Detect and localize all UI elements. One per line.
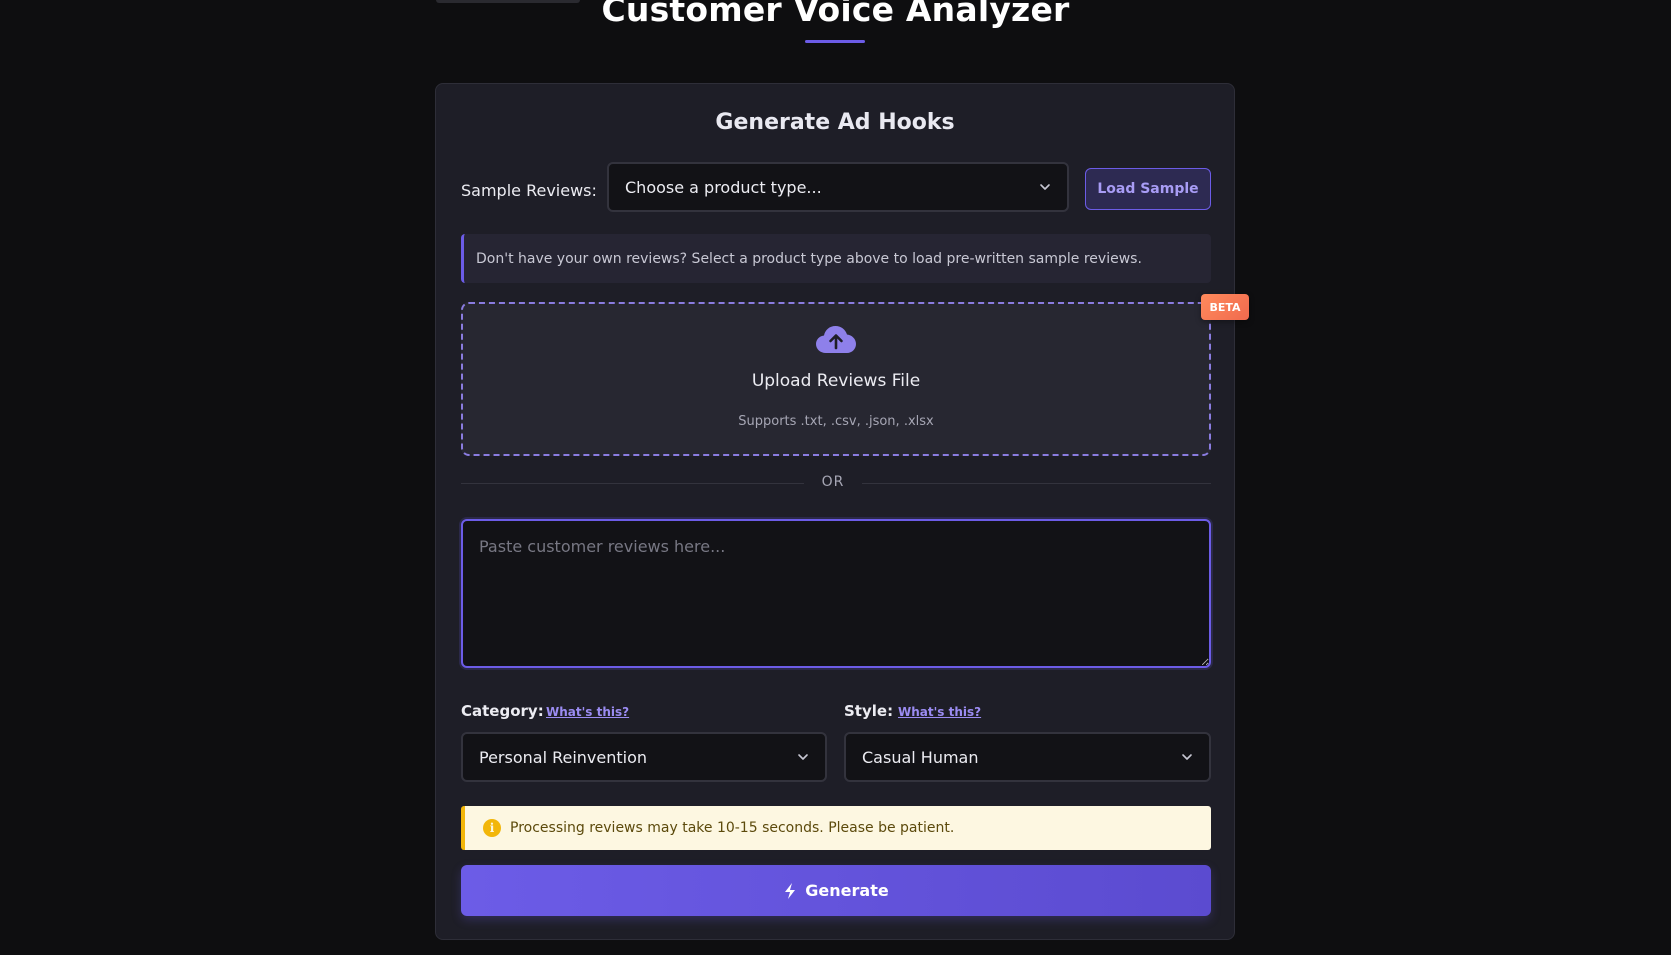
- divider-line-left: [461, 483, 804, 484]
- page-title: Customer Voice Analyzer: [601, 0, 1070, 29]
- cloud-upload-icon: [816, 326, 856, 353]
- processing-warning: i Processing reviews may take 10-15 seco…: [461, 806, 1211, 850]
- or-divider-text: OR: [821, 474, 845, 490]
- category-label: Category:: [461, 702, 544, 720]
- divider-line-right: [862, 483, 1211, 484]
- generate-button-label: Generate: [805, 881, 889, 900]
- reviews-textarea[interactable]: [461, 519, 1211, 668]
- chevron-down-icon: [798, 754, 808, 760]
- bolt-icon: [785, 882, 796, 899]
- style-help-link[interactable]: What's this?: [898, 705, 981, 719]
- upload-supported-formats: Supports .txt, .csv, .json, .xlsx: [738, 414, 934, 429]
- category-select[interactable]: Personal Reinvention: [461, 732, 827, 782]
- load-sample-button[interactable]: Load Sample: [1085, 168, 1211, 210]
- chevron-down-icon: [1182, 754, 1192, 760]
- sample-reviews-label: Sample Reviews:: [461, 181, 597, 200]
- beta-badge: BETA: [1201, 294, 1249, 320]
- category-select-value: Personal Reinvention: [479, 747, 648, 767]
- card-title: Generate Ad Hooks: [715, 110, 955, 135]
- upload-title: Upload Reviews File: [751, 371, 921, 391]
- generate-button[interactable]: Generate: [461, 865, 1211, 916]
- product-type-select[interactable]: Choose a product type...: [607, 162, 1069, 212]
- style-select-value: Casual Human: [862, 747, 979, 767]
- generate-card: Generate Ad Hooks Sample Reviews: Choose…: [435, 83, 1249, 940]
- processing-warning-text: Processing reviews may take 10-15 second…: [510, 820, 955, 836]
- info-icon: i: [483, 819, 501, 837]
- sample-info-box: Don't have your own reviews? Select a pr…: [461, 234, 1211, 283]
- category-help-link[interactable]: What's this?: [546, 705, 629, 719]
- style-select[interactable]: Casual Human: [844, 732, 1211, 782]
- sample-info-text: Don't have your own reviews? Select a pr…: [476, 250, 1142, 267]
- upload-dropzone[interactable]: Upload Reviews File Supports .txt, .csv,…: [461, 294, 1249, 456]
- style-label: Style:: [844, 702, 894, 720]
- chevron-down-icon: [1040, 184, 1050, 190]
- title-underline: [805, 40, 865, 43]
- product-type-select-value: Choose a product type...: [625, 177, 822, 197]
